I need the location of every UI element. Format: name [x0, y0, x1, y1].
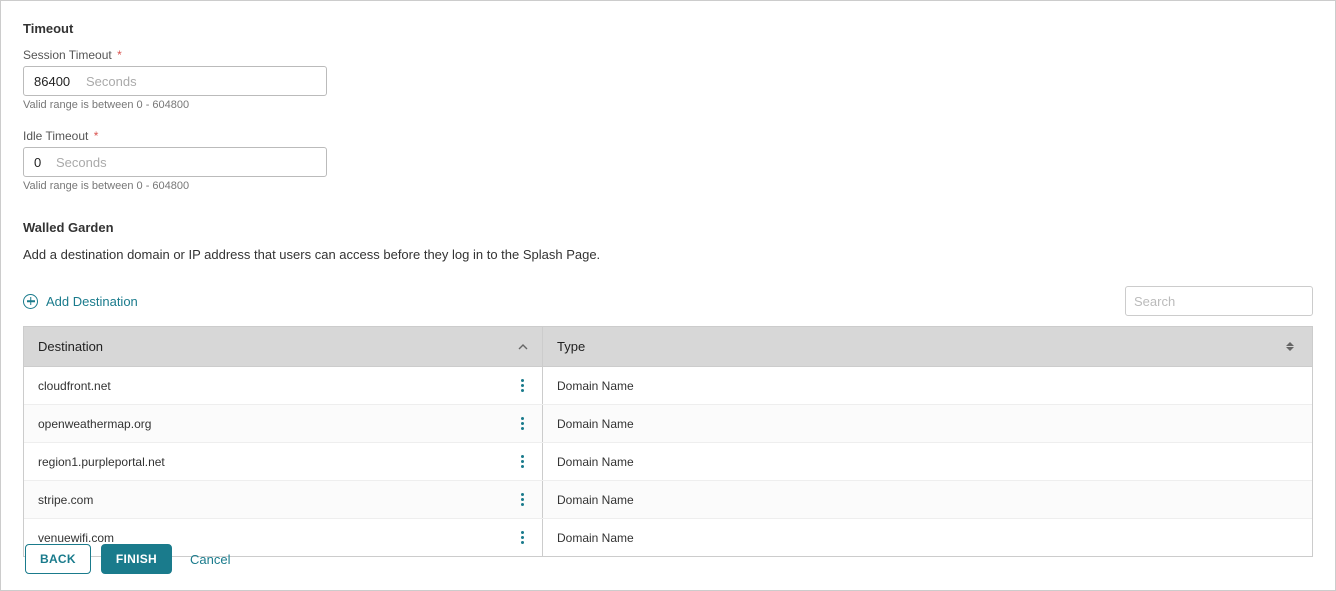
- cell-type: Domain Name: [543, 443, 1312, 480]
- row-actions-menu-icon[interactable]: [517, 453, 528, 470]
- cancel-link[interactable]: Cancel: [190, 552, 230, 567]
- cell-destination: stripe.com: [24, 481, 543, 518]
- walled-garden-toolbar: Add Destination: [23, 286, 1313, 316]
- row-actions-menu-icon[interactable]: [517, 491, 528, 508]
- table-row: openweathermap.orgDomain Name: [24, 404, 1312, 442]
- session-timeout-input[interactable]: [34, 74, 78, 89]
- col-type[interactable]: Type: [543, 327, 1312, 366]
- session-timeout-input-group[interactable]: Seconds: [23, 66, 327, 96]
- cell-type: Domain Name: [543, 481, 1312, 518]
- row-actions-menu-icon[interactable]: [517, 415, 528, 432]
- plus-circle-icon: [23, 294, 38, 309]
- session-timeout-label: Session Timeout: [23, 48, 112, 62]
- cell-type: Domain Name: [543, 519, 1312, 556]
- add-destination-button[interactable]: Add Destination: [23, 294, 138, 309]
- idle-timeout-hint: Valid range is between 0 - 604800: [23, 180, 1313, 192]
- idle-timeout-label: Idle Timeout: [23, 129, 88, 143]
- settings-form: Timeout Session Timeout * Seconds Valid …: [0, 0, 1336, 591]
- session-timeout-hint: Valid range is between 0 - 604800: [23, 99, 1313, 111]
- table-row: cloudfront.netDomain Name: [24, 367, 1312, 404]
- idle-timeout-field: Idle Timeout * Seconds Valid range is be…: [23, 129, 1313, 192]
- idle-timeout-input-group[interactable]: Seconds: [23, 147, 327, 177]
- destinations-table: Destination Type cloudfront.netDomain Na…: [23, 326, 1313, 557]
- finish-button[interactable]: FINISH: [101, 544, 172, 574]
- wizard-footer: BACK FINISH Cancel: [25, 544, 230, 574]
- table-row: region1.purpleportal.netDomain Name: [24, 442, 1312, 480]
- search-box[interactable]: [1125, 286, 1313, 316]
- walled-garden-desc: Add a destination domain or IP address t…: [23, 247, 1313, 262]
- chevron-up-icon: [518, 344, 528, 350]
- col-destination[interactable]: Destination: [24, 327, 543, 366]
- sort-indicator-icon: [1286, 342, 1294, 351]
- walled-garden-heading: Walled Garden: [23, 220, 1313, 235]
- search-input[interactable]: [1134, 294, 1310, 309]
- cell-destination: openweathermap.org: [24, 405, 543, 442]
- back-button[interactable]: BACK: [25, 544, 91, 574]
- cell-destination: region1.purpleportal.net: [24, 443, 543, 480]
- table-header: Destination Type: [24, 327, 1312, 367]
- required-mark: *: [94, 129, 99, 143]
- add-destination-label: Add Destination: [46, 294, 138, 309]
- cell-destination: cloudfront.net: [24, 367, 543, 404]
- cell-type: Domain Name: [543, 405, 1312, 442]
- idle-timeout-unit: Seconds: [56, 155, 107, 170]
- idle-timeout-input[interactable]: [34, 155, 48, 170]
- session-timeout-unit: Seconds: [86, 74, 137, 89]
- cell-type: Domain Name: [543, 367, 1312, 404]
- session-timeout-field: Session Timeout * Seconds Valid range is…: [23, 48, 1313, 111]
- row-actions-menu-icon[interactable]: [517, 529, 528, 546]
- row-actions-menu-icon[interactable]: [517, 377, 528, 394]
- required-mark: *: [117, 48, 122, 62]
- table-row: stripe.comDomain Name: [24, 480, 1312, 518]
- timeout-heading: Timeout: [23, 21, 1313, 36]
